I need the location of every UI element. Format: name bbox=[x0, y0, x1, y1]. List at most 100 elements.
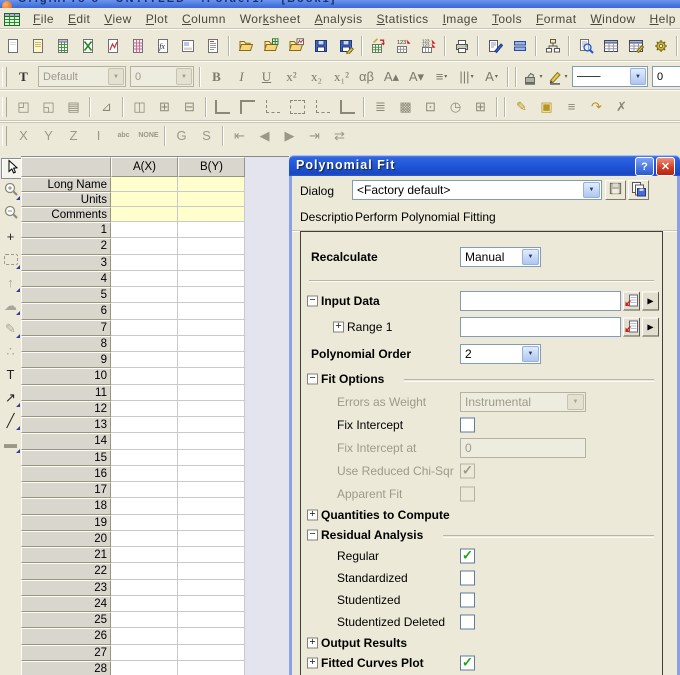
alignment-button[interactable]: ≡ ▾ bbox=[429, 64, 454, 89]
row-header-row14[interactable]: 14 bbox=[21, 433, 111, 450]
subject-columns-button[interactable]: S bbox=[194, 123, 219, 148]
cell-comments-col2[interactable] bbox=[178, 207, 245, 222]
font-color-dropdown-icon[interactable]: ▾ bbox=[495, 73, 498, 80]
cell-row24-col2[interactable] bbox=[178, 595, 245, 612]
menu-image[interactable]: Image bbox=[436, 10, 485, 28]
view-results-button[interactable] bbox=[573, 34, 598, 59]
cell-row5-col1[interactable] bbox=[111, 287, 178, 304]
cell-row28-col2[interactable] bbox=[178, 660, 245, 675]
date-time-stamp-button[interactable]: ◷ bbox=[443, 94, 468, 119]
toolbar-grip[interactable] bbox=[2, 96, 7, 117]
move-next-button[interactable]: ▶ bbox=[277, 123, 302, 148]
new-layout-button[interactable] bbox=[175, 34, 200, 59]
cell-row25-col1[interactable] bbox=[111, 612, 178, 629]
save-theme-button[interactable] bbox=[605, 180, 626, 200]
cell-row19-col1[interactable] bbox=[111, 514, 178, 531]
menu-format[interactable]: Format bbox=[529, 10, 583, 28]
new-notes-button[interactable] bbox=[200, 34, 225, 59]
code-builder-button[interactable] bbox=[648, 34, 673, 59]
cell-row28-col1[interactable] bbox=[111, 660, 178, 675]
cell-row18-col2[interactable] bbox=[178, 498, 245, 515]
fill-pattern-dropdown-icon[interactable]: ▾ bbox=[471, 73, 474, 80]
row-header-row23[interactable]: 23 bbox=[21, 579, 111, 596]
fill-color-dropdown-icon[interactable]: ▾ bbox=[539, 73, 542, 80]
font-size-combo[interactable]: 0 bbox=[130, 66, 194, 87]
set-as-label-button[interactable]: abc bbox=[111, 123, 136, 148]
toolbar-grip[interactable] bbox=[2, 66, 7, 87]
data-selector-tool[interactable]: ↑ bbox=[1, 273, 20, 292]
duplicate-graph-button[interactable]: ▣ bbox=[534, 94, 559, 119]
toolbar-grip[interactable] bbox=[2, 125, 7, 146]
row-header-row28[interactable]: 28 bbox=[21, 660, 111, 675]
residual-studentized-checkbox[interactable] bbox=[460, 592, 475, 608]
row-header-row5[interactable]: 5 bbox=[21, 287, 111, 304]
cell-row12-col2[interactable] bbox=[178, 400, 245, 417]
cell-row13-col1[interactable] bbox=[111, 417, 178, 434]
script-window-button[interactable] bbox=[482, 34, 507, 59]
cell-row4-col2[interactable] bbox=[178, 270, 245, 287]
axes-top-left-button[interactable] bbox=[235, 94, 260, 119]
line-style-combo[interactable]: ─── bbox=[572, 66, 648, 87]
column-header-by[interactable]: B(Y) bbox=[178, 157, 245, 177]
fill-color-button[interactable]: ▾ bbox=[520, 64, 545, 89]
line-width-combo[interactable]: 0 bbox=[652, 66, 680, 87]
cell-row11-col2[interactable] bbox=[178, 384, 245, 401]
cell-row10-col2[interactable] bbox=[178, 368, 245, 385]
add-layer-button[interactable]: ◫ bbox=[127, 94, 152, 119]
axes-with-arrow-button[interactable] bbox=[335, 94, 360, 119]
cell-row1-col2[interactable] bbox=[178, 222, 245, 239]
cell-row22-col1[interactable] bbox=[111, 563, 178, 580]
input-data-worksheet-selector-button[interactable] bbox=[623, 291, 640, 311]
rectangle-tool[interactable]: ▬ bbox=[1, 434, 20, 453]
worksheet-window-icon[interactable] bbox=[4, 11, 20, 27]
cell-row16-col1[interactable] bbox=[111, 465, 178, 482]
app-titlebar[interactable]: OriginPro 8 - UNTITLED - /Folder1/ - [Bo… bbox=[0, 0, 680, 8]
cell-row14-col2[interactable] bbox=[178, 433, 245, 450]
decrease-font-button[interactable]: A▾ bbox=[404, 64, 429, 89]
output-results-expander-plus-icon[interactable] bbox=[307, 637, 318, 649]
menu-window[interactable]: Window bbox=[583, 10, 642, 28]
draw-data-tool[interactable]: ✎ bbox=[1, 319, 20, 338]
menu-worksheet[interactable]: Worksheet bbox=[233, 10, 308, 28]
cell-row13-col2[interactable] bbox=[178, 417, 245, 434]
cell-row2-col2[interactable] bbox=[178, 238, 245, 255]
set-as-y-button[interactable]: Y bbox=[36, 123, 61, 148]
cell-row27-col2[interactable] bbox=[178, 644, 245, 661]
cell-comments-col1[interactable] bbox=[111, 207, 178, 222]
row-header-row4[interactable]: 4 bbox=[21, 270, 111, 287]
row-header-row7[interactable]: 7 bbox=[21, 319, 111, 336]
row-header-row26[interactable]: 26 bbox=[21, 628, 111, 645]
row-header-row12[interactable]: 12 bbox=[21, 400, 111, 417]
whole-page-button[interactable]: ▤ bbox=[61, 94, 86, 119]
cell-row7-col1[interactable] bbox=[111, 319, 178, 336]
line-tool[interactable]: ╱ bbox=[1, 411, 20, 430]
cell-row12-col1[interactable] bbox=[111, 400, 178, 417]
cell-row14-col1[interactable] bbox=[111, 433, 178, 450]
font-color-button[interactable]: A ▾ bbox=[479, 64, 504, 89]
cell-row24-col1[interactable] bbox=[111, 595, 178, 612]
dialog-help-button[interactable]: ? bbox=[635, 157, 654, 176]
fit-options-expander-minus-icon[interactable] bbox=[307, 373, 318, 385]
add-4-layers-button[interactable]: ⊞ bbox=[152, 94, 177, 119]
menu-tools[interactable]: Tools bbox=[485, 10, 529, 28]
new-function-plot-button[interactable]: fx bbox=[150, 34, 175, 59]
cell-row23-col2[interactable] bbox=[178, 579, 245, 596]
cell-row27-col1[interactable] bbox=[111, 644, 178, 661]
row-header-row18[interactable]: 18 bbox=[21, 498, 111, 515]
set-as-error-button[interactable]: I bbox=[86, 123, 111, 148]
cell-row8-col1[interactable] bbox=[111, 335, 178, 352]
swap-columns-button[interactable]: ⇄ bbox=[327, 123, 352, 148]
cell-row18-col1[interactable] bbox=[111, 498, 178, 515]
italic-button[interactable]: I bbox=[229, 64, 254, 89]
quantities-to-compute-expander-plus-icon[interactable] bbox=[307, 509, 318, 521]
remove-mask-button[interactable]: ✗ bbox=[609, 94, 634, 119]
pointer-tool[interactable] bbox=[1, 158, 22, 179]
import-wizard-button[interactable] bbox=[366, 34, 391, 59]
row-header-row10[interactable]: 10 bbox=[21, 368, 111, 385]
new-folder-button[interactable] bbox=[25, 34, 50, 59]
menu-statistics[interactable]: Statistics bbox=[370, 10, 436, 28]
menu-column[interactable]: Column bbox=[175, 10, 233, 28]
dialog-titlebar[interactable]: Polynomial Fit ? ✕ bbox=[289, 155, 680, 176]
cell-row17-col1[interactable] bbox=[111, 482, 178, 499]
worksheet-corner-cell[interactable] bbox=[21, 157, 111, 177]
